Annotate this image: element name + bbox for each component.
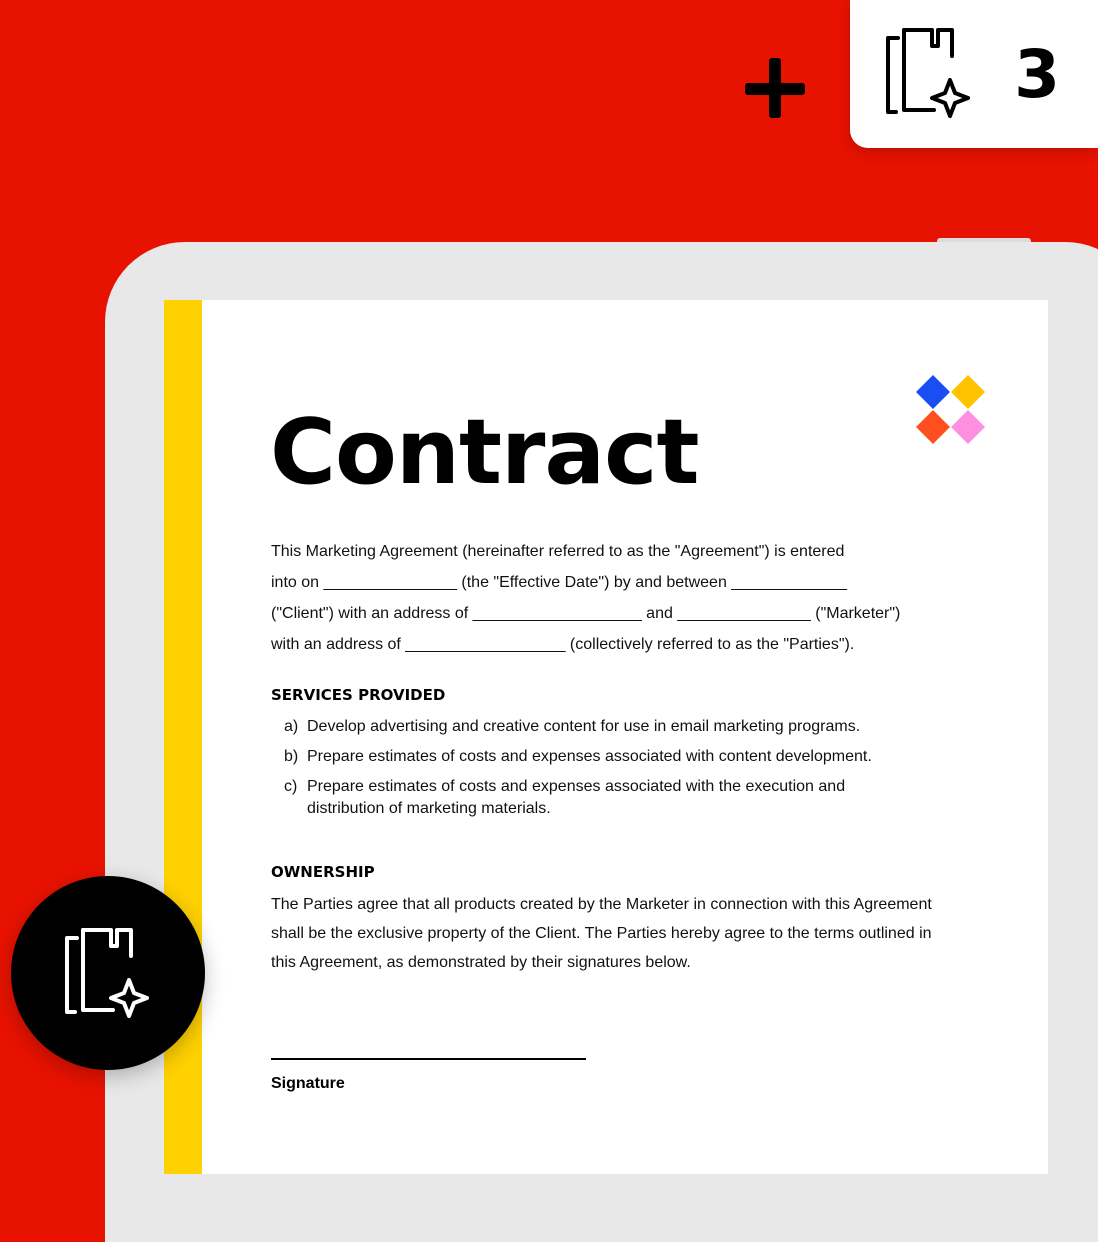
intro-line: into on _______________ (the "Effective … — [271, 574, 847, 591]
list-marker: b) — [284, 748, 299, 765]
intro-line: ("Client") with an address of __________… — [271, 605, 901, 622]
four-diamond-logo — [916, 375, 985, 444]
list-item: c) Prepare estimates of costs and expens… — [284, 776, 924, 820]
list-item-text: Prepare estimates of costs and expenses … — [307, 748, 872, 765]
document-title: Contract — [270, 400, 699, 505]
contract-document: Contract This Marketing Agreement (herei… — [164, 300, 1048, 1174]
documents-sparkle-icon — [65, 928, 149, 1018]
list-marker: a) — [284, 718, 299, 735]
services-heading: SERVICES PROVIDED — [271, 686, 446, 704]
list-item: a) Develop advertising and creative cont… — [284, 716, 924, 738]
intro-line: with an address of __________________ (c… — [271, 636, 855, 653]
intro-line: This Marketing Agreement (hereinafter re… — [271, 543, 845, 560]
document-count-badge: 3 — [850, 0, 1098, 148]
ownership-paragraph: The Parties agree that all products crea… — [271, 890, 991, 977]
paragraph-line: shall be the exclusive property of the C… — [271, 925, 932, 942]
document-count: 3 — [1014, 36, 1060, 113]
services-list: a) Develop advertising and creative cont… — [284, 716, 924, 828]
list-marker: c) — [284, 778, 298, 795]
paragraph-line: The Parties agree that all products crea… — [271, 896, 932, 913]
documents-sparkle-icon — [886, 28, 970, 118]
intro-paragraph: This Marketing Agreement (hereinafter re… — [271, 536, 971, 660]
plus-icon — [745, 58, 805, 118]
list-item-text: Develop advertising and creative content… — [307, 718, 861, 735]
list-item: b) Prepare estimates of costs and expens… — [284, 746, 924, 768]
ownership-heading: OWNERSHIP — [271, 863, 375, 881]
signature-line — [271, 1058, 586, 1060]
signature-label: Signature — [271, 1075, 345, 1092]
generate-documents-button[interactable] — [11, 876, 205, 1070]
list-item-text: Prepare estimates of costs and expenses … — [307, 778, 846, 817]
paragraph-line: this Agreement, as demonstrated by their… — [271, 954, 691, 971]
